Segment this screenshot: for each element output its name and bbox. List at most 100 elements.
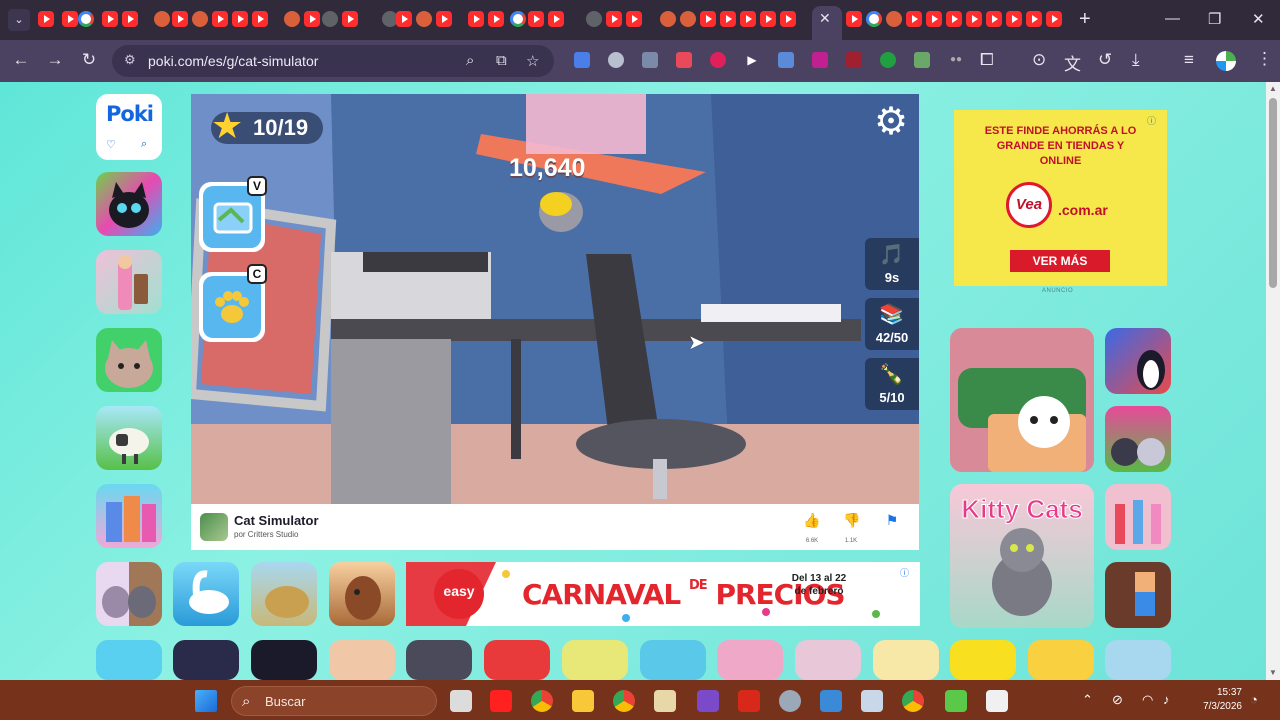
ad-info-icon[interactable]: ⓘ	[900, 566, 909, 579]
install-app-icon[interactable]: ⧉	[496, 52, 507, 69]
game-tile-row2-8[interactable]	[640, 640, 706, 680]
youtube-tab-icon[interactable]	[626, 11, 642, 27]
notifications-icon[interactable]: ◔	[1250, 692, 1258, 707]
youtube-tab-icon[interactable]	[396, 11, 412, 27]
reload-button[interactable]: ↻	[78, 50, 100, 70]
youtube-tab-icon[interactable]	[528, 11, 544, 27]
game-tab-icon[interactable]	[154, 11, 170, 27]
maximize-button[interactable]: ❐	[1208, 10, 1221, 28]
youtube-taskbar-icon[interactable]	[490, 690, 512, 712]
ad-info-icon[interactable]: ⓘ	[1147, 114, 1156, 127]
youtube-tab-icon[interactable]	[38, 11, 54, 27]
game-tile-penguins[interactable]	[1105, 328, 1171, 394]
chrome-active-taskbar-icon[interactable]	[902, 690, 924, 712]
chrome-taskbar-icon[interactable]	[613, 690, 635, 712]
poki-logo[interactable]: Poki	[106, 102, 154, 126]
profile-avatar[interactable]	[1216, 51, 1236, 71]
game-tile-blocky-friends[interactable]	[96, 484, 162, 548]
youtube-tab-icon[interactable]	[212, 11, 228, 27]
youtube-tab-icon[interactable]	[846, 11, 862, 27]
download-icon[interactable]: ⤓	[1132, 50, 1140, 70]
youtube-tab-icon[interactable]	[62, 11, 78, 27]
minimize-button[interactable]: —	[1165, 10, 1180, 27]
scroll-thumb[interactable]	[1269, 98, 1277, 288]
youtube-tab-icon[interactable]	[172, 11, 188, 27]
game-tile-goose[interactable]	[173, 562, 239, 626]
youtube-tab-icon[interactable]	[606, 11, 622, 27]
tab-strip[interactable]	[36, 11, 1076, 29]
youtube-tab-icon[interactable]	[906, 11, 922, 27]
acrobat-icon[interactable]	[738, 690, 760, 712]
site-info-icon[interactable]: ⚙	[124, 52, 136, 68]
game-tile-row2-10[interactable]	[795, 640, 861, 680]
volume-icon[interactable]: ♪	[1163, 692, 1170, 707]
youtube-tab-icon[interactable]	[304, 11, 320, 27]
media-control-icon[interactable]: ≡	[1184, 50, 1194, 70]
youtube-tab-icon[interactable]	[1026, 11, 1042, 27]
game-tab-icon[interactable]	[416, 11, 432, 27]
game-tile-block-jump[interactable]	[1105, 562, 1171, 628]
youtube-tab-icon[interactable]	[252, 11, 268, 27]
google-tab-icon[interactable]	[510, 11, 526, 27]
bookmark-star-icon[interactable]: ☆	[526, 52, 539, 70]
ad-banner-easy[interactable]: easy CARNAVAL DE PRECIOS Del 13 al 22 de…	[406, 562, 920, 626]
settings-gear-icon[interactable]: ⚙	[874, 102, 908, 142]
game-developer[interactable]: por Critters Studio	[234, 530, 298, 539]
extension-icon[interactable]	[846, 52, 862, 68]
youtube-tab-icon[interactable]	[232, 11, 248, 27]
scroll-down-icon[interactable]: ▼	[1269, 668, 1277, 677]
extension-icon[interactable]: ●●	[948, 52, 964, 68]
game-tile-row2-12[interactable]	[950, 640, 1016, 680]
zoom-icon[interactable]: ⌕	[466, 52, 474, 69]
extension-icon[interactable]	[676, 52, 692, 68]
youtube-tab-icon[interactable]	[342, 11, 358, 27]
back-button[interactable]: ←	[10, 50, 32, 70]
game-tile-row2-1[interactable]	[96, 640, 162, 680]
game-tile-row2-6[interactable]	[484, 640, 550, 680]
chrome-tab-icon[interactable]	[322, 11, 338, 27]
game-tile-row2-7[interactable]	[562, 640, 628, 680]
app-taskbar-icon[interactable]	[820, 690, 842, 712]
game-tile-pusheen-cat[interactable]	[96, 328, 162, 392]
game-tile-cat-duels[interactable]	[1105, 406, 1171, 472]
menu-kebab-icon[interactable]: ⋮	[1256, 49, 1273, 69]
translate-icon[interactable]: 文	[1064, 50, 1081, 75]
youtube-tab-icon[interactable]	[760, 11, 776, 27]
new-tab-button[interactable]: +	[1079, 8, 1091, 31]
close-tab-icon[interactable]: ✕	[819, 10, 831, 27]
poki-logo-card[interactable]: Poki ♡ ⌕	[96, 94, 162, 160]
record-extension-icon[interactable]	[710, 52, 726, 68]
scroll-up-icon[interactable]: ▲	[1269, 84, 1277, 93]
clock[interactable]: 15:37 7/3/2026	[1196, 686, 1242, 714]
game-tile-row2-5[interactable]	[406, 640, 472, 680]
task-view-icon[interactable]	[450, 690, 472, 712]
settings-taskbar-icon[interactable]	[779, 690, 801, 712]
game-tile-row2-13[interactable]	[1028, 640, 1094, 680]
extension-icon[interactable]	[914, 52, 930, 68]
google-tab-icon[interactable]	[78, 11, 94, 27]
extension-icon[interactable]	[778, 52, 794, 68]
youtube-tab-icon[interactable]	[102, 11, 118, 27]
screenshot-icon[interactable]: ⊙	[1032, 50, 1046, 70]
game-tile-row2-9[interactable]	[717, 640, 783, 680]
tab-search-button[interactable]: ⌄	[8, 9, 30, 31]
url-text[interactable]: poki.com/es/g/cat-simulator	[148, 53, 318, 69]
extension-icon[interactable]	[880, 52, 896, 68]
youtube-tab-icon[interactable]	[740, 11, 756, 27]
play-extension-icon[interactable]: ▶	[744, 52, 760, 68]
ad-cta-button[interactable]: VER MÁS	[1010, 250, 1110, 272]
youtube-tab-icon[interactable]	[1006, 11, 1022, 27]
game-tab-icon[interactable]	[886, 11, 902, 27]
app-taskbar-icon[interactable]	[986, 690, 1008, 712]
game-tile-kitty-cats[interactable]: Kitty Cats	[950, 484, 1094, 628]
youtube-tab-icon[interactable]	[488, 11, 504, 27]
youtube-tab-icon[interactable]	[436, 11, 452, 27]
minecraft-icon[interactable]	[945, 690, 967, 712]
game-tab-icon[interactable]	[284, 11, 300, 27]
windows-start-icon[interactable]	[195, 690, 217, 712]
chrome-taskbar-icon[interactable]	[531, 690, 553, 712]
youtube-tab-icon[interactable]	[122, 11, 138, 27]
dislike-icon[interactable]: 👎	[841, 512, 863, 529]
game-tile-cat-sofa[interactable]	[950, 328, 1094, 472]
game-tile-dress-up[interactable]	[1105, 484, 1171, 550]
